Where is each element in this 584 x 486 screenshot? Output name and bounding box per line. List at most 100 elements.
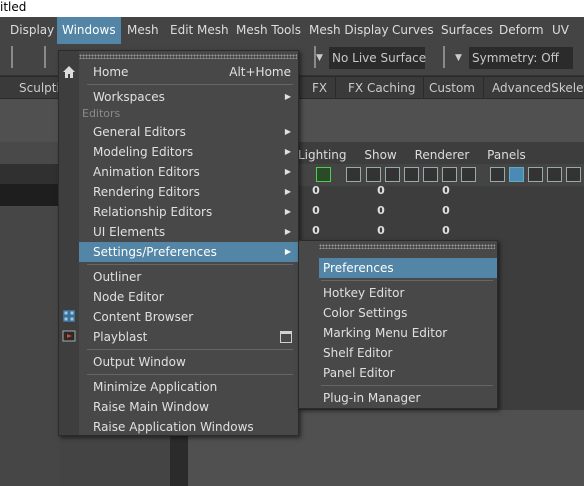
menu-edit-mesh[interactable]: Edit Mesh xyxy=(165,17,234,44)
menu-mesh[interactable]: Mesh xyxy=(122,17,164,44)
menu-item-label: Raise Application Windows xyxy=(93,420,254,434)
content-browser-icon xyxy=(63,310,75,322)
shelf-tab-custom[interactable]: Custom xyxy=(421,77,484,99)
submenu-item-shelf-editor[interactable]: Shelf Editor xyxy=(319,343,497,363)
menu-item-label: UI Elements xyxy=(93,225,166,239)
film-gate-icon[interactable] xyxy=(366,167,381,182)
viewport-menu-show[interactable]: Show xyxy=(364,148,396,162)
submenu-item-panel-editor[interactable]: Panel Editor xyxy=(319,363,497,383)
menu-item-modeling-editors[interactable]: Modeling Editors ▶ xyxy=(79,142,299,162)
live-surface-field[interactable]: No Live Surface xyxy=(329,47,426,69)
menu-display[interactable]: Display xyxy=(5,17,59,44)
main-menu-bar: Display Windows Mesh Edit Mesh Mesh Tool… xyxy=(0,17,584,44)
menu-item-label: Workspaces xyxy=(93,90,165,104)
safe-title-icon[interactable] xyxy=(461,167,476,182)
menu-item-minimize-application[interactable]: Minimize Application xyxy=(79,377,299,397)
menu-deform[interactable]: Deform xyxy=(494,17,549,44)
default-material-icon[interactable] xyxy=(528,167,543,182)
resolution-gate-icon[interactable] xyxy=(385,167,400,182)
settings-preferences-submenu: Preferences Hotkey Editor Color Settings… xyxy=(298,240,498,409)
menu-item-ui-elements[interactable]: UI Elements ▶ xyxy=(79,222,299,242)
chevron-down-icon[interactable]: ▼ xyxy=(455,47,462,69)
viewport-menu-lighting[interactable]: Lighting xyxy=(298,148,347,162)
menu-item-label: Raise Main Window xyxy=(93,400,209,414)
left-panel-body xyxy=(0,206,60,486)
submenu-arrow-icon: ▶ xyxy=(284,92,291,101)
window-title: itled xyxy=(0,0,27,14)
hud-value: 0 xyxy=(377,224,385,237)
shelf-tab-advancedskeleton[interactable]: AdvancedSkeleton xyxy=(484,77,584,99)
wireframe-icon[interactable] xyxy=(490,167,505,182)
menu-item-label: Rendering Editors xyxy=(93,185,200,199)
menu-item-label: General Editors xyxy=(93,125,186,139)
windows-menu: Home Alt+Home Workspaces ▶ Editors Gener… xyxy=(58,50,299,436)
tear-off-handle[interactable] xyxy=(319,244,495,249)
menu-item-outliner[interactable]: Outliner xyxy=(79,267,299,287)
menu-separator xyxy=(87,349,293,350)
menu-curves[interactable]: Curves xyxy=(387,17,439,44)
menu-separator xyxy=(87,84,293,85)
symmetry-dropdown[interactable]: Symmetry: Off xyxy=(469,47,573,69)
status-line-divider xyxy=(443,46,445,68)
menu-item-label: Output Window xyxy=(93,355,186,369)
menu-item-rendering-editors[interactable]: Rendering Editors ▶ xyxy=(79,182,299,202)
menu-uv[interactable]: UV xyxy=(547,17,574,44)
textured-icon[interactable] xyxy=(547,167,562,182)
lighting-icon[interactable] xyxy=(566,167,581,182)
menu-mesh-display[interactable]: Mesh Display xyxy=(304,17,394,44)
menu-separator xyxy=(87,264,293,265)
hud-value: 0 xyxy=(442,224,450,237)
menu-windows[interactable]: Windows xyxy=(57,17,121,44)
menu-item-node-editor[interactable]: Node Editor xyxy=(79,287,299,307)
menu-item-playblast[interactable]: Playblast xyxy=(79,327,299,347)
menu-section-editors: Editors xyxy=(82,107,121,120)
submenu-item-plug-in-manager[interactable]: Plug-in Manager xyxy=(319,388,497,408)
pencil-icon[interactable] xyxy=(316,167,331,182)
menu-separator xyxy=(321,280,493,281)
option-box-icon[interactable] xyxy=(280,331,292,343)
viewport-menu-renderer[interactable]: Renderer xyxy=(415,148,470,162)
tear-off-handle[interactable] xyxy=(79,54,297,59)
menu-item-label: Settings/Preferences xyxy=(93,245,217,259)
viewport-menu-panels[interactable]: Panels xyxy=(487,148,526,162)
submenu-arrow-icon: ▶ xyxy=(284,127,291,136)
submenu-item-color-settings[interactable]: Color Settings xyxy=(319,303,497,323)
menu-item-workspaces[interactable]: Workspaces ▶ xyxy=(79,87,299,107)
menu-mesh-tools[interactable]: Mesh Tools xyxy=(231,17,306,44)
chevron-down-icon[interactable]: ▼ xyxy=(316,47,323,69)
menu-item-label: Minimize Application xyxy=(93,380,218,394)
menu-icon-column xyxy=(59,51,79,435)
menu-item-home[interactable]: Home Alt+Home xyxy=(79,62,299,82)
menu-item-content-browser[interactable]: Content Browser xyxy=(79,307,299,327)
shortcut-label: Alt+Home xyxy=(229,65,291,79)
grid-icon[interactable] xyxy=(346,167,361,182)
menu-item-general-editors[interactable]: General Editors ▶ xyxy=(79,122,299,142)
submenu-item-hotkey-editor[interactable]: Hotkey Editor xyxy=(319,283,497,303)
menu-item-output-window[interactable]: Output Window xyxy=(79,352,299,372)
menu-item-relationship-editors[interactable]: Relationship Editors ▶ xyxy=(79,202,299,222)
submenu-item-marking-menu-editor[interactable]: Marking Menu Editor xyxy=(319,323,497,343)
symmetry-label: Symmetry: Off xyxy=(472,51,559,65)
menu-item-label: Outliner xyxy=(93,270,142,284)
menu-item-label: Home xyxy=(93,65,129,79)
menu-separator xyxy=(321,385,493,386)
shelf-tab-fx-caching[interactable]: FX Caching xyxy=(340,77,425,99)
submenu-arrow-icon: ▶ xyxy=(284,187,291,196)
left-panel-header xyxy=(0,142,60,164)
shelf-tab-fx[interactable]: FX xyxy=(304,77,337,99)
menu-item-label: Content Browser xyxy=(93,310,194,324)
left-panel-strip xyxy=(0,164,60,184)
menu-item-animation-editors[interactable]: Animation Editors ▶ xyxy=(79,162,299,182)
menu-item-raise-main-window[interactable]: Raise Main Window xyxy=(79,397,299,417)
menu-surfaces[interactable]: Surfaces xyxy=(436,17,498,44)
field-chart-icon[interactable] xyxy=(423,167,438,182)
menu-item-raise-application-windows[interactable]: Raise Application Windows xyxy=(79,417,299,437)
menu-item-label: Playblast xyxy=(93,330,148,344)
safe-action-icon[interactable] xyxy=(442,167,457,182)
smooth-shade-icon[interactable] xyxy=(509,167,524,182)
submenu-item-preferences[interactable]: Preferences xyxy=(319,258,497,278)
menu-item-settings-preferences[interactable]: Settings/Preferences ▶ xyxy=(79,242,299,262)
home-icon xyxy=(63,66,75,78)
hud-value: 0 xyxy=(312,184,320,197)
gate-mask-icon[interactable] xyxy=(404,167,419,182)
